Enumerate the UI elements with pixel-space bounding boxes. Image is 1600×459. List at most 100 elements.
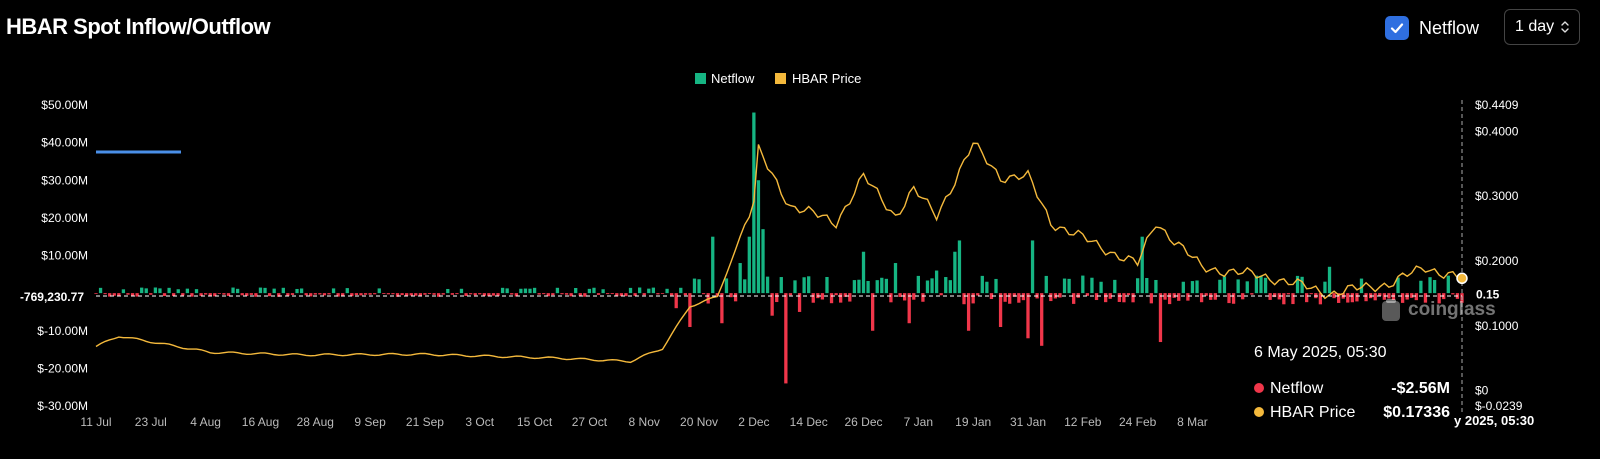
netflow-bar xyxy=(149,293,153,295)
netflow-toggle-label: Netflow xyxy=(1419,17,1480,38)
y-left-tick-label: $30.00M xyxy=(41,173,88,187)
netflow-bar xyxy=(126,293,130,295)
netflow-bar xyxy=(345,288,349,294)
netflow-bar xyxy=(1309,293,1313,295)
netflow-bar xyxy=(1131,293,1135,303)
x-tick-label: 4 Aug xyxy=(190,415,221,429)
netflow-bar xyxy=(542,293,546,295)
netflow-bar xyxy=(1323,281,1327,294)
netflow-bar xyxy=(1149,293,1153,304)
netflow-bar xyxy=(610,293,614,295)
netflow-bar xyxy=(1195,280,1199,294)
netflow-bar xyxy=(592,287,596,294)
x-tick-label: 28 Aug xyxy=(297,415,334,429)
netflow-bar xyxy=(1231,293,1236,304)
netflow-bar xyxy=(1117,293,1121,302)
netflow-bar xyxy=(560,293,564,295)
netflow-bar xyxy=(1177,293,1181,301)
netflow-bar xyxy=(660,293,665,294)
netflow-bar xyxy=(1030,240,1035,294)
x-tick-label: 20 Nov xyxy=(680,415,718,429)
x-tick-label: 15 Oct xyxy=(517,415,553,429)
netflow-bar xyxy=(784,293,788,384)
netflow-bar xyxy=(998,293,1003,327)
netflow-bar xyxy=(181,293,185,296)
coinglass-logo-icon xyxy=(1382,299,1400,321)
netflow-bar xyxy=(368,293,372,295)
netflow-bar xyxy=(1145,278,1149,294)
netflow-bar xyxy=(701,293,706,295)
netflow-bar xyxy=(1190,281,1195,294)
netflow-bar xyxy=(880,277,884,294)
x-axis: 11 Jul 23 Jul 4 Aug 16 Aug 28 Aug 9 Sep 21 Sep… xyxy=(80,415,1207,429)
netflow-bar xyxy=(820,293,825,300)
netflow-bar xyxy=(765,276,770,294)
netflow-bar xyxy=(103,293,107,295)
netflow-bar xyxy=(633,293,637,296)
netflow-bar xyxy=(295,288,299,294)
netflow-bar xyxy=(642,293,646,296)
netflow-bar xyxy=(555,287,560,294)
netflow-bar xyxy=(669,293,674,296)
x-tick-label: 7 Jan xyxy=(904,415,933,429)
netflow-bar xyxy=(1199,293,1204,303)
netflow-bar xyxy=(322,293,327,296)
coinglass-watermark: coinglass xyxy=(1380,298,1496,322)
netflow-toggle[interactable]: Netflow xyxy=(1385,16,1479,40)
netflow-bar xyxy=(1419,280,1423,294)
netflow-bar xyxy=(902,293,907,301)
netflow-bar xyxy=(953,251,957,294)
legend-netflow-label[interactable]: Netflow xyxy=(711,71,755,86)
y-left-tick-label: $40.00M xyxy=(41,136,88,150)
interval-select[interactable]: 1 day xyxy=(1504,9,1580,45)
netflow-bar xyxy=(167,287,171,294)
y-axis-right: $0.4409$0.4000$0.3000$0.2000$0.1000$0$-0… xyxy=(1475,98,1523,413)
netflow-bar xyxy=(1003,293,1007,302)
netflow-bar xyxy=(1062,278,1067,294)
netflow-bar xyxy=(884,278,889,294)
netflow-bar xyxy=(1008,293,1012,304)
netflow-bar xyxy=(857,279,861,294)
netflow-bar xyxy=(912,293,916,300)
netflow-bar xyxy=(1158,293,1163,343)
netflow-bar xyxy=(1364,293,1368,302)
netflow-bar xyxy=(834,293,838,296)
netflow-bar xyxy=(756,180,761,294)
netflow-bar xyxy=(528,288,532,294)
netflow-bar xyxy=(1451,293,1455,295)
netflow-bar xyxy=(290,293,295,295)
netflow-bar xyxy=(144,288,148,294)
tooltip: 6 May 2025, 05:30 Netflow -$2.56M HBAR P… xyxy=(1244,326,1458,430)
netflow-bar xyxy=(1346,293,1350,303)
netflow-bar xyxy=(1305,293,1309,303)
netflow-bar xyxy=(811,293,815,303)
netflow-bar xyxy=(94,293,98,294)
netflow-bar xyxy=(1245,281,1249,294)
netflow-bar xyxy=(1259,276,1263,294)
x-tick-label: 8 Mar xyxy=(1177,415,1208,429)
legend-price-label[interactable]: HBAR Price xyxy=(792,71,861,86)
netflow-bar xyxy=(1446,275,1450,294)
netflow-bar xyxy=(1076,293,1080,298)
netflow-bar xyxy=(1373,293,1377,301)
x-tick-label: 16 Aug xyxy=(242,415,279,429)
y-right-tick-label: $0.2000 xyxy=(1475,254,1519,268)
netflow-bar xyxy=(564,293,569,295)
netflow-bar xyxy=(231,287,235,294)
netflow-bar xyxy=(1113,279,1117,294)
netflow-bar xyxy=(638,287,642,294)
netflow-bar xyxy=(807,276,811,294)
netflow-bar xyxy=(473,293,477,296)
netflow-checkbox[interactable] xyxy=(1385,16,1409,40)
netflow-bar xyxy=(829,293,834,304)
netflow-bar xyxy=(491,293,496,296)
netflow-bar xyxy=(1204,293,1208,296)
netflow-bar xyxy=(1122,293,1126,303)
netflow-bar xyxy=(578,293,582,296)
netflow-bar xyxy=(313,293,317,295)
netflow-bar xyxy=(272,288,276,294)
netflow-bar xyxy=(359,293,363,296)
netflow-bar xyxy=(299,288,304,294)
netflow-bar xyxy=(1094,293,1099,301)
netflow-bar xyxy=(327,293,331,295)
